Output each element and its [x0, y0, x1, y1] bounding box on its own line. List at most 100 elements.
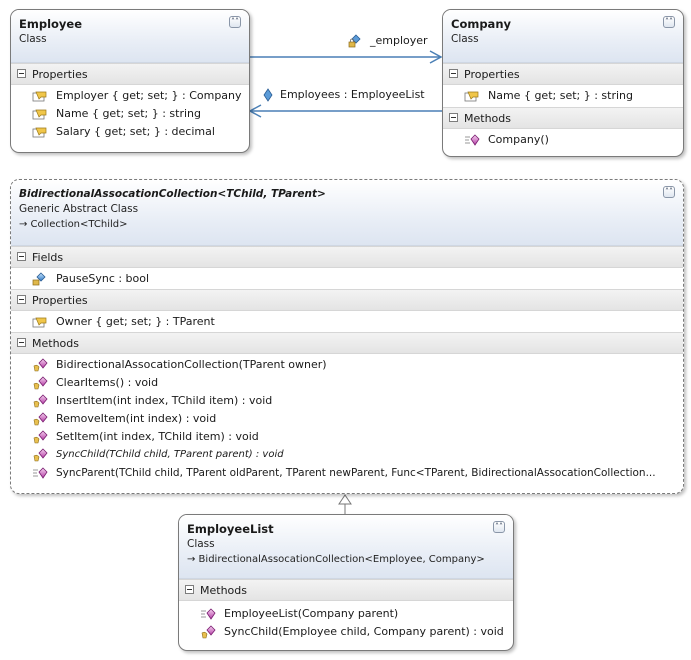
collapse-chevron-icon[interactable]: ˄˄ [229, 16, 241, 28]
section-title: Properties [32, 68, 88, 81]
member-method[interactable]: SyncParent(TChild child, TParent oldPare… [11, 464, 683, 482]
property-diamond-icon [263, 88, 273, 102]
protected-method-icon [33, 394, 48, 408]
employeelist-methods-section[interactable]: Methods [179, 579, 513, 601]
section-title: Methods [200, 584, 247, 597]
employeelist-class-box[interactable]: EmployeeList Class → BidirectionalAssoca… [178, 514, 514, 651]
member-text: SetItem(int index, TChild item) : void [56, 430, 259, 443]
member-method[interactable]: Company() [443, 131, 683, 149]
employees-label-text: Employees : EmployeeList [280, 88, 425, 101]
member-text: EmployeeList(Company parent) [224, 607, 399, 620]
member-text: PauseSync : bool [56, 272, 150, 285]
company-name: Company [451, 17, 511, 31]
collection-properties-section[interactable]: Properties [11, 289, 683, 311]
employer-association [250, 50, 443, 64]
employee-kind: Class [19, 33, 47, 45]
member-field[interactable]: PauseSync : bool [11, 270, 683, 288]
company-properties-section[interactable]: Properties [443, 63, 683, 85]
member-property[interactable]: Name { get; set; } : string [443, 87, 683, 105]
member-method-abstract[interactable]: SyncChild(TChild child, TParent parent) … [11, 446, 683, 464]
member-method[interactable]: RemoveItem(int index) : void [11, 410, 683, 428]
method-cube-icon [465, 134, 480, 146]
collection-kind: Generic Abstract Class [19, 203, 139, 215]
member-method[interactable]: SyncChild(Employee child, Company parent… [179, 623, 513, 641]
company-class-box[interactable]: Company Class ˄˄ Properties Name { get; … [442, 9, 684, 157]
member-method[interactable]: ClearItems() : void [11, 374, 683, 392]
method-cube-icon [201, 608, 216, 620]
member-text: ClearItems() : void [56, 376, 159, 389]
employeelist-base: → BidirectionalAssocationCollection<Empl… [187, 554, 485, 565]
section-title: Methods [464, 112, 511, 125]
collection-base: → Collection<TChild> [19, 219, 128, 230]
member-text: Name { get; set; } : string [488, 89, 633, 102]
protected-method-icon [33, 358, 48, 372]
collection-class-box[interactable]: BidirectionalAssocationCollection<TChild… [10, 179, 684, 494]
collapse-chevron-icon[interactable]: ˄˄ [663, 16, 675, 28]
collapse-minus-icon[interactable] [17, 252, 26, 261]
member-property[interactable]: Name { get; set; } : string [11, 105, 249, 123]
section-title: Properties [32, 294, 88, 307]
member-property[interactable]: Employer { get; set; } : Company [11, 87, 249, 105]
section-title: Fields [32, 251, 64, 264]
protected-method-icon [201, 625, 216, 639]
protected-method-icon [33, 412, 48, 426]
employer-association-label: _employer [348, 34, 428, 48]
employee-class-box[interactable]: Employee Class ˄˄ Properties Employer { … [10, 9, 250, 153]
section-title: Properties [464, 68, 520, 81]
member-text: BidirectionalAssocationCollection(TParen… [56, 358, 327, 371]
protected-method-icon [33, 376, 48, 390]
inheritance-arrow [338, 494, 352, 514]
member-method[interactable]: EmployeeList(Company parent) [179, 605, 513, 623]
collapse-minus-icon[interactable] [17, 69, 26, 78]
employees-association-label: Employees : EmployeeList [262, 88, 425, 102]
member-property[interactable]: Salary { get; set; } : decimal [11, 123, 249, 141]
employeelist-name: EmployeeList [187, 522, 274, 536]
member-method[interactable]: SetItem(int index, TChild item) : void [11, 428, 683, 446]
collapse-chevron-icon[interactable]: ˄˄ [493, 521, 505, 533]
member-text: Owner { get; set; } : TParent [56, 315, 215, 328]
company-kind: Class [451, 33, 479, 45]
member-text: SyncChild(Employee child, Company parent… [224, 625, 504, 638]
method-cube-icon [33, 467, 48, 479]
member-text: Salary { get; set; } : decimal [56, 125, 215, 138]
member-text: Company() [488, 133, 549, 146]
collapse-minus-icon[interactable] [17, 295, 26, 304]
collapse-chevron-icon[interactable]: ˄˄ [663, 186, 675, 198]
member-text: InsertItem(int index, TChild item) : voi… [56, 394, 273, 407]
collapse-minus-icon[interactable] [17, 338, 26, 347]
member-text: Name { get; set; } : string [56, 107, 201, 120]
member-method[interactable]: InsertItem(int index, TChild item) : voi… [11, 392, 683, 410]
employee-header: Employee Class ˄˄ [11, 10, 249, 63]
property-hand-icon [32, 109, 47, 120]
company-methods-section[interactable]: Methods [443, 107, 683, 129]
collapse-minus-icon[interactable] [449, 113, 458, 122]
member-property[interactable]: Owner { get; set; } : TParent [11, 313, 683, 331]
employeelist-header: EmployeeList Class → BidirectionalAssoca… [179, 515, 513, 579]
collection-methods-section[interactable]: Methods [11, 332, 683, 354]
member-text: Employer { get; set; } : Company [56, 89, 242, 102]
company-header: Company Class ˄˄ [443, 10, 683, 63]
field-lock-icon [348, 34, 361, 48]
property-hand-icon [464, 91, 479, 102]
collapse-minus-icon[interactable] [185, 585, 194, 594]
property-hand-icon [32, 317, 47, 328]
collection-fields-section[interactable]: Fields [11, 246, 683, 268]
collection-header: BidirectionalAssocationCollection<TChild… [11, 180, 683, 246]
property-hand-icon [32, 127, 47, 138]
protected-method-icon [33, 430, 48, 444]
employee-properties-section[interactable]: Properties [11, 63, 249, 85]
collapse-minus-icon[interactable] [449, 69, 458, 78]
member-method[interactable]: BidirectionalAssocationCollection(TParen… [11, 356, 683, 374]
protected-method-icon [33, 448, 48, 462]
employeelist-kind: Class [187, 538, 215, 550]
field-lock-icon [32, 272, 46, 286]
member-text: SyncParent(TChild child, TParent oldPare… [56, 467, 656, 479]
member-text: RemoveItem(int index) : void [56, 412, 217, 425]
section-title: Methods [32, 337, 79, 350]
employer-label-text: _employer [370, 34, 428, 47]
employees-association [248, 104, 442, 118]
member-text: SyncChild(TChild child, TParent parent) … [56, 449, 284, 460]
property-hand-icon [32, 91, 47, 102]
collection-name: BidirectionalAssocationCollection<TChild… [19, 188, 326, 200]
employee-name: Employee [19, 17, 83, 31]
